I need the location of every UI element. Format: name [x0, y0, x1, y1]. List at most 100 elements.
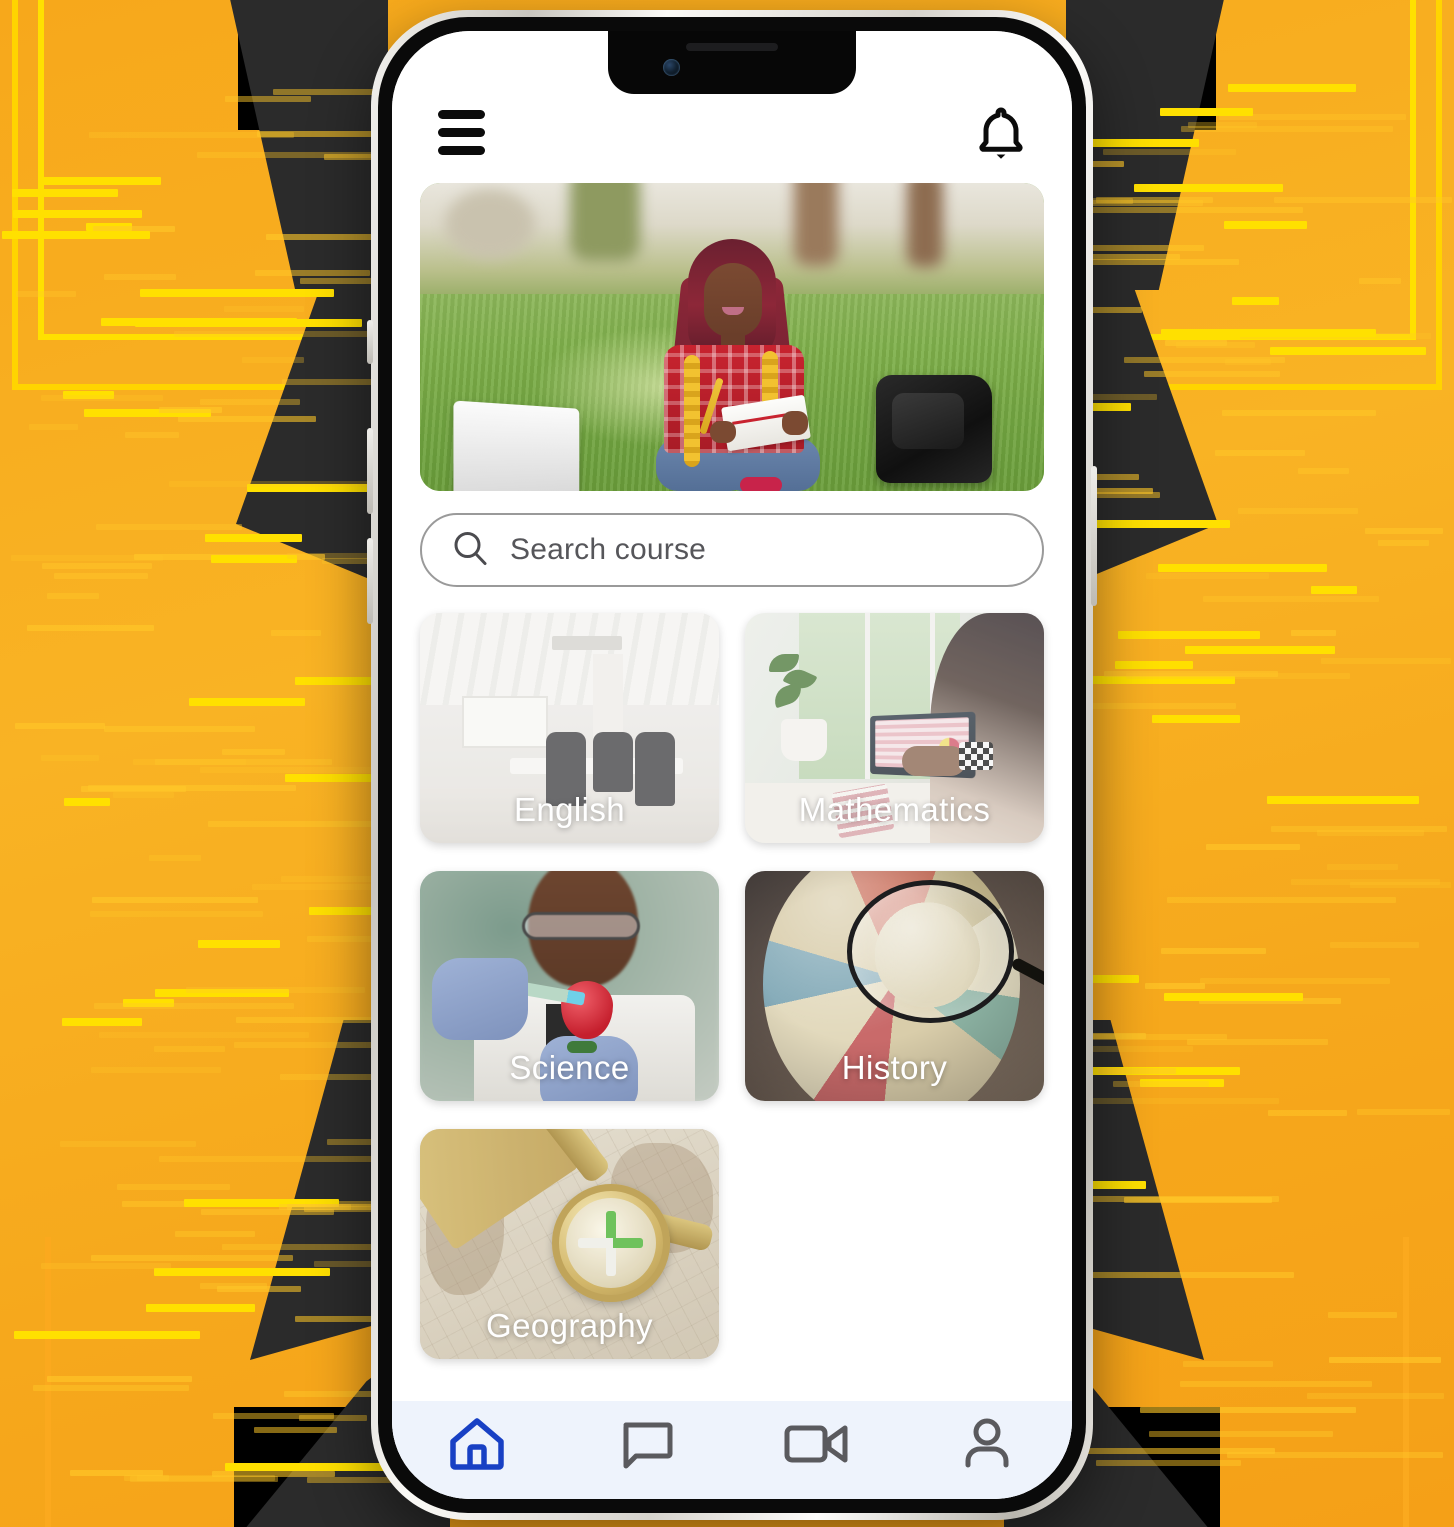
course-card-geography[interactable]: Geography: [420, 1129, 719, 1359]
accent-line: [42, 563, 152, 570]
volume-down-button[interactable]: [367, 538, 373, 624]
accent-line: [1328, 1356, 1442, 1363]
accent-line: [1187, 121, 1257, 128]
bell-icon[interactable]: [974, 105, 1028, 161]
course-label-history: History: [841, 1049, 948, 1086]
accent-line: [1144, 982, 1206, 989]
accent-line: [1200, 977, 1390, 984]
accent-line: [140, 288, 335, 297]
accent-line: [1228, 83, 1356, 92]
accent-line: [1160, 108, 1254, 117]
accent-line: [1273, 197, 1452, 204]
accent-line: [211, 554, 298, 563]
accent-line: [1205, 844, 1301, 851]
accent-line: [88, 784, 296, 791]
accent-line: [124, 432, 179, 439]
accent-line: [169, 481, 393, 488]
accent-line: [158, 407, 222, 414]
accent-line: [117, 1184, 231, 1191]
hero-beads-left: [684, 355, 700, 467]
hero-background-blur-1: [444, 189, 535, 260]
accent-line: [90, 1255, 293, 1262]
accent-line: [1222, 409, 1376, 416]
home-icon: [446, 1415, 508, 1478]
accent-line: [1148, 1430, 1333, 1437]
search-input[interactable]: Search course: [420, 513, 1044, 587]
course-card-english[interactable]: English: [420, 613, 719, 843]
accent-line: [1330, 941, 1419, 948]
accent-line: [124, 1475, 170, 1482]
accent-line: [1224, 358, 1272, 365]
video-camera-icon: [782, 1418, 852, 1475]
accent-line: [1297, 467, 1349, 474]
chat-bubble-icon: [618, 1416, 676, 1477]
phone-notch: [608, 31, 856, 94]
hamburger-menu-icon[interactable]: [436, 104, 487, 161]
person-icon: [958, 1415, 1016, 1478]
phone-frame: Search course English Mathematics Scienc…: [367, 10, 1097, 1520]
accent-line: [1180, 1380, 1372, 1387]
accent-line: [1096, 197, 1214, 204]
accent-line: [1158, 564, 1328, 573]
accent-line: [1140, 1406, 1357, 1413]
accent-line: [94, 1003, 294, 1009]
hero-hand-right: [782, 411, 808, 435]
search-placeholder: Search course: [510, 533, 707, 566]
nav-item-home[interactable]: [392, 1415, 562, 1478]
accent-line: [1202, 596, 1380, 603]
earpiece-speaker: [686, 43, 778, 51]
hero-hand-left: [710, 421, 736, 443]
search-icon: [452, 530, 488, 571]
volume-up-button[interactable]: [367, 428, 373, 514]
accent-line: [1267, 1109, 1347, 1116]
course-card-mathematics[interactable]: Mathematics: [745, 613, 1044, 843]
hamburger-line-3: [438, 146, 485, 155]
accent-line: [104, 274, 177, 281]
accent-line: [1163, 993, 1303, 1002]
accent-line: [1223, 221, 1307, 229]
accent-line: [99, 1032, 309, 1039]
accent-line: [178, 416, 316, 423]
accent-line: [188, 697, 306, 706]
nav-item-video[interactable]: [732, 1418, 902, 1475]
accent-line: [197, 940, 280, 949]
course-card-history[interactable]: History: [745, 871, 1044, 1101]
hero-background-blur-4: [906, 183, 943, 267]
accent-line: [1118, 630, 1260, 639]
nav-item-chat[interactable]: [562, 1416, 732, 1477]
accent-line: [89, 131, 294, 138]
accent-line: [40, 1263, 171, 1270]
accent-line: [104, 725, 255, 732]
accent-line: [1079, 138, 1200, 147]
course-card-science[interactable]: Science: [420, 871, 719, 1101]
accent-line: [59, 1141, 196, 1148]
accent-line: [1187, 1038, 1328, 1045]
mute-switch-button[interactable]: [367, 320, 373, 364]
hero-face: [704, 263, 762, 337]
accent-line: [32, 1384, 189, 1391]
accent-line: [1113, 1081, 1210, 1088]
accent-line: [10, 554, 164, 561]
accent-line: [211, 1471, 335, 1478]
accent-line: [1378, 539, 1429, 546]
accent-line: [279, 1203, 352, 1210]
power-button[interactable]: [1091, 466, 1097, 606]
accent-line: [1237, 508, 1358, 515]
accent-line: [1144, 370, 1280, 377]
hero-banner-image[interactable]: [420, 183, 1044, 491]
accent-line: [91, 897, 259, 904]
accent-line: [271, 629, 322, 636]
accent-line: [175, 1230, 255, 1237]
accent-line: [1185, 645, 1335, 654]
course-label-mathematics: Mathematics: [798, 791, 991, 828]
accent-line: [1077, 1272, 1294, 1279]
hero-backpack: [876, 375, 992, 483]
front-camera-icon: [663, 59, 680, 76]
accent-line: [91, 1066, 221, 1073]
accent-line: [1214, 450, 1305, 457]
accent-line: [1290, 630, 1336, 637]
nav-item-profile[interactable]: [902, 1415, 1072, 1478]
accent-line: [16, 291, 76, 298]
accent-line: [294, 1316, 380, 1323]
accent-line: [224, 305, 305, 312]
